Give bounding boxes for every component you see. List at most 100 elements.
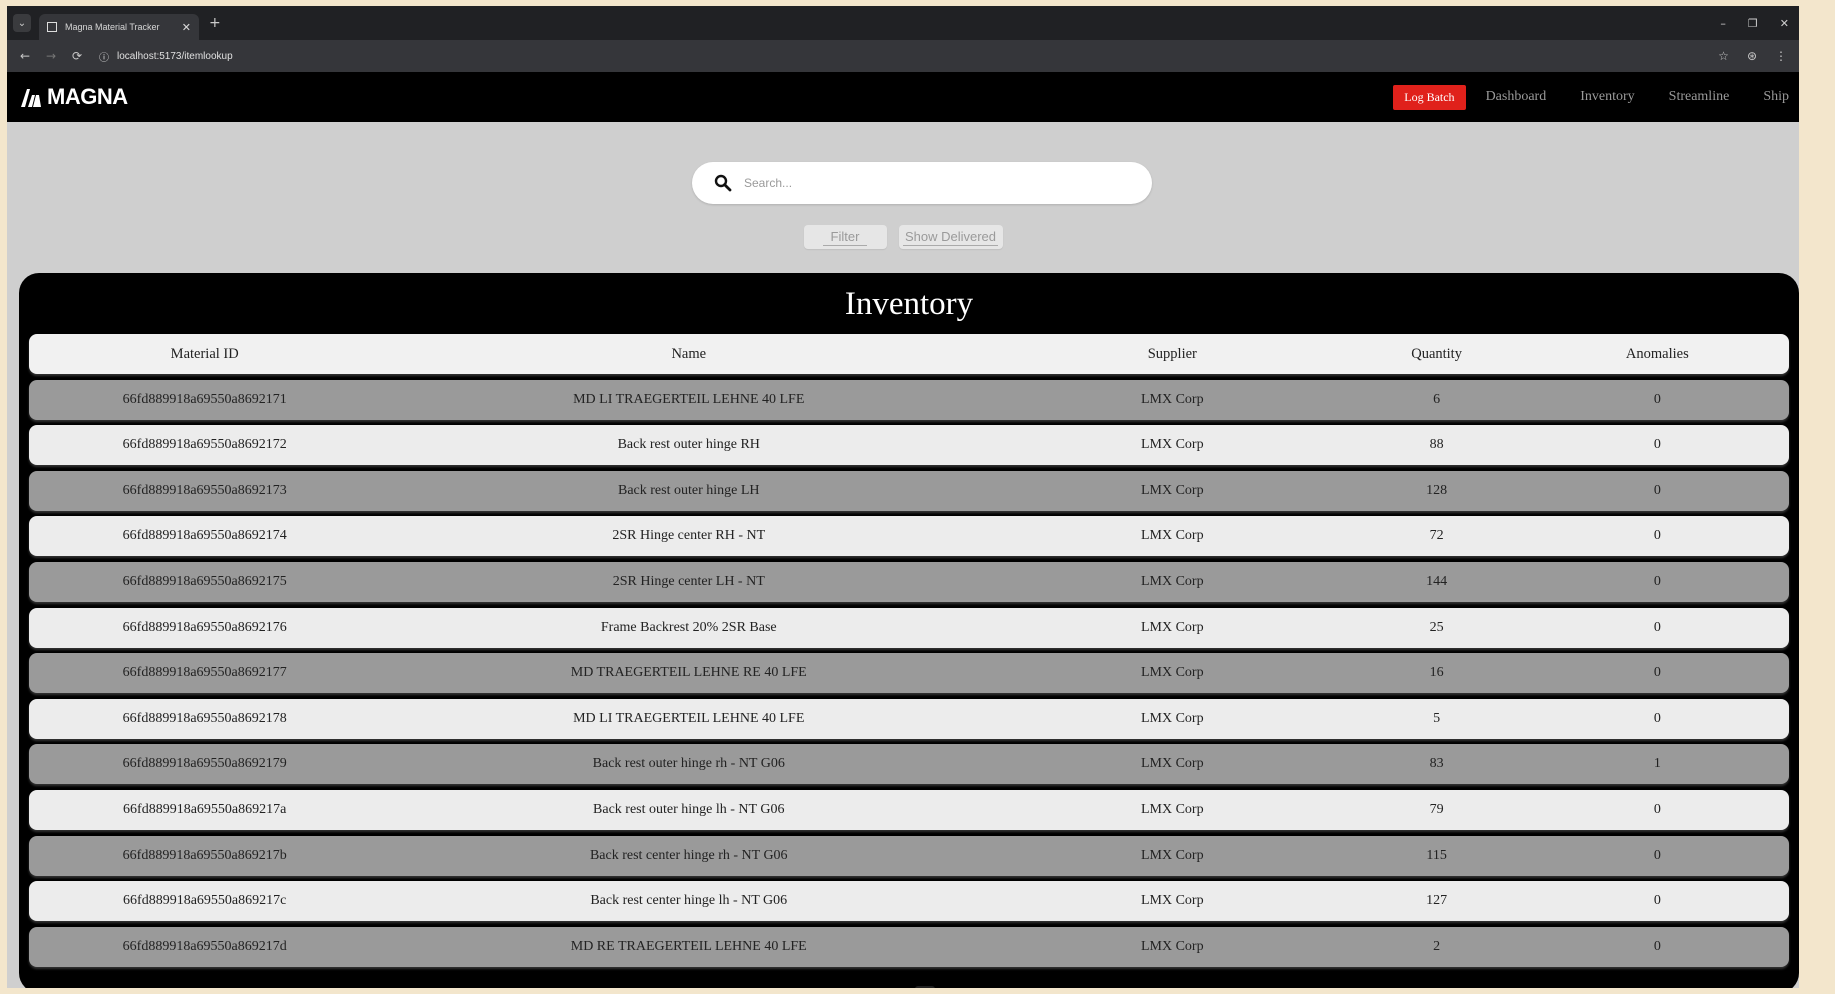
cell-quantity: 83 <box>1429 756 1444 772</box>
table-row[interactable]: 66fd889918a69550a869217b Back rest center… <box>29 835 1789 876</box>
cell-name: Back rest outer hinge LH <box>617 482 760 498</box>
filter-button-row: Filter Show Delivered <box>7 225 1799 249</box>
cell-name: Back rest outer hinge RH <box>617 437 760 453</box>
table-row[interactable]: 66fd889918a69550a8692178 MD LI TRAEGERTEI… <box>29 698 1789 739</box>
url-field[interactable]: ⓘ localhost:5173/itemlookup <box>99 49 233 64</box>
cell-supplier: LMX Corp <box>1140 756 1204 772</box>
cell-anomalies: 0 <box>1653 391 1661 407</box>
cell-name: Back rest outer hinge lh - NT G06 <box>593 801 785 817</box>
table-row[interactable]: 66fd889918a69550a8692179 Back rest outer … <box>29 744 1789 785</box>
cell-quantity: 2 <box>1433 938 1441 954</box>
nav-link-ship[interactable]: Ship <box>1763 89 1789 105</box>
cell-quantity: 6 <box>1433 391 1441 407</box>
header-anomalies[interactable]: Anomalies <box>1526 346 1789 363</box>
cell-name: Back rest center hinge lh - NT G06 <box>590 893 788 909</box>
cell-name: Back rest outer hinge rh - NT G06 <box>592 756 785 772</box>
table-row[interactable]: 66fd889918a69550a869217a Back rest outer … <box>29 789 1789 830</box>
table-row[interactable]: 66fd889918a69550a8692176 Frame Backrest 2… <box>29 607 1789 648</box>
cell-supplier: LMX Corp <box>1140 847 1204 863</box>
site-info-icon[interactable]: ⓘ <box>99 49 109 64</box>
cell-name: Back rest center hinge rh - NT G06 <box>589 847 788 863</box>
nav-link-streamline[interactable]: Streamline <box>1669 89 1730 105</box>
header-material-id[interactable]: Material ID <box>29 346 380 363</box>
cell-quantity: 5 <box>1433 710 1441 726</box>
cell-anomalies: 0 <box>1653 938 1661 954</box>
cell-anomalies: 1 <box>1653 756 1661 772</box>
cell-material-id: 66fd889918a69550a869217b <box>122 847 287 863</box>
search-input[interactable] <box>742 175 1152 191</box>
show-delivered-button[interactable]: Show Delivered <box>898 225 1003 249</box>
cell-anomalies: 0 <box>1653 710 1661 726</box>
nav-link-dashboard[interactable]: Dashboard <box>1486 89 1547 105</box>
restore-icon[interactable]: ❐ <box>1748 17 1758 30</box>
browser-window: ⌄ Magna Material Tracker ✕ + – ❐ ✕ ← → ⟳… <box>7 6 1799 988</box>
cell-anomalies: 0 <box>1653 482 1661 498</box>
cell-supplier: LMX Corp <box>1140 528 1204 544</box>
bookmark-star-icon[interactable]: ☆ <box>1718 49 1729 63</box>
cell-anomalies: 0 <box>1653 893 1661 909</box>
minimize-icon[interactable]: – <box>1720 17 1726 30</box>
table-row[interactable]: 66fd889918a69550a8692173 Back rest outer … <box>29 470 1789 511</box>
table-row[interactable]: 66fd889918a69550a869217c Back rest center… <box>29 881 1789 922</box>
inventory-panel: Inventory Material ID Name Supplier Quantit… <box>19 273 1799 988</box>
log-batch-button[interactable]: Log Batch <box>1393 84 1466 110</box>
header-supplier[interactable]: Supplier <box>997 346 1347 363</box>
cell-name: MD LI TRAEGERTEIL LEHNE 40 LFE <box>573 710 805 726</box>
table-row[interactable]: 66fd889918a69550a8692175 2SR Hinge center… <box>29 561 1789 602</box>
close-window-icon[interactable]: ✕ <box>1780 17 1789 30</box>
search-bar[interactable] <box>692 162 1152 204</box>
cell-quantity: 127 <box>1426 893 1448 909</box>
reload-icon[interactable]: ⟳ <box>69 49 85 63</box>
cell-name: MD TRAEGERTEIL LEHNE RE 40 LFE <box>570 665 807 681</box>
cell-quantity: 115 <box>1426 847 1447 863</box>
cell-name: MD RE TRAEGERTEIL LEHNE 40 LFE <box>570 938 807 954</box>
header-quantity[interactable]: Quantity <box>1348 346 1526 363</box>
forward-arrow-icon[interactable]: → <box>43 49 59 63</box>
cell-supplier: LMX Corp <box>1140 665 1204 681</box>
scroll-handle[interactable] <box>915 986 935 988</box>
table-row[interactable]: 66fd889918a69550a8692177 MD TRAEGERTEIL L… <box>29 653 1789 694</box>
cell-supplier: LMX Corp <box>1140 801 1204 817</box>
cell-material-id: 66fd889918a69550a8692177 <box>122 665 287 681</box>
url-text: localhost:5173/itemlookup <box>117 50 233 62</box>
tab-title: Magna Material Tracker <box>65 22 160 32</box>
tab-search-icon[interactable]: ⌄ <box>13 14 31 32</box>
cell-anomalies: 0 <box>1653 573 1661 589</box>
cell-quantity: 16 <box>1429 665 1444 681</box>
cell-supplier: LMX Corp <box>1140 893 1204 909</box>
cell-material-id: 66fd889918a69550a8692172 <box>122 437 287 453</box>
cell-material-id: 66fd889918a69550a869217c <box>123 893 287 909</box>
table-row[interactable]: 66fd889918a69550a8692171 MD LI TRAEGERTEI… <box>29 379 1789 420</box>
table-row[interactable]: 66fd889918a69550a8692174 2SR Hinge center… <box>29 516 1789 557</box>
new-tab-icon[interactable]: + <box>209 15 221 31</box>
filter-button[interactable]: Filter <box>803 225 887 249</box>
cell-material-id: 66fd889918a69550a8692175 <box>122 573 287 589</box>
cell-material-id: 66fd889918a69550a8692174 <box>122 528 287 544</box>
close-tab-icon[interactable]: ✕ <box>182 21 191 34</box>
address-bar-actions: ☆ ⊛ ⋮ <box>1718 40 1787 72</box>
cell-material-id: 66fd889918a69550a8692179 <box>122 756 287 772</box>
header-name[interactable]: Name <box>380 346 997 363</box>
cell-anomalies: 0 <box>1653 847 1661 863</box>
cell-material-id: 66fd889918a69550a869217d <box>122 938 287 954</box>
magna-logo[interactable]: MAGNA <box>19 84 128 110</box>
cell-name: Frame Backrest 20% 2SR Base <box>600 619 777 635</box>
cell-supplier: LMX Corp <box>1140 482 1204 498</box>
cell-anomalies: 0 <box>1653 528 1661 544</box>
cell-anomalies: 0 <box>1653 801 1661 817</box>
cell-name: 2SR Hinge center LH - NT <box>612 573 765 589</box>
extensions-icon[interactable]: ⊛ <box>1747 49 1757 63</box>
cell-supplier: LMX Corp <box>1140 938 1204 954</box>
browser-tab[interactable]: Magna Material Tracker ✕ <box>39 14 199 40</box>
inventory-table: Material ID Name Supplier Quantity Anomalies… <box>29 334 1789 972</box>
nav-link-inventory[interactable]: Inventory <box>1580 89 1634 105</box>
more-menu-icon[interactable]: ⋮ <box>1775 49 1787 63</box>
table-row[interactable]: 66fd889918a69550a8692172 Back rest outer … <box>29 425 1789 466</box>
cell-material-id: 66fd889918a69550a869217a <box>123 801 287 817</box>
search-icon <box>714 174 732 192</box>
cell-material-id: 66fd889918a69550a8692176 <box>122 619 287 635</box>
back-arrow-icon[interactable]: ← <box>17 49 33 63</box>
table-row[interactable]: 66fd889918a69550a869217d MD RE TRAEGERTEI… <box>29 926 1789 967</box>
cell-quantity: 128 <box>1426 482 1448 498</box>
cell-quantity: 25 <box>1429 619 1444 635</box>
